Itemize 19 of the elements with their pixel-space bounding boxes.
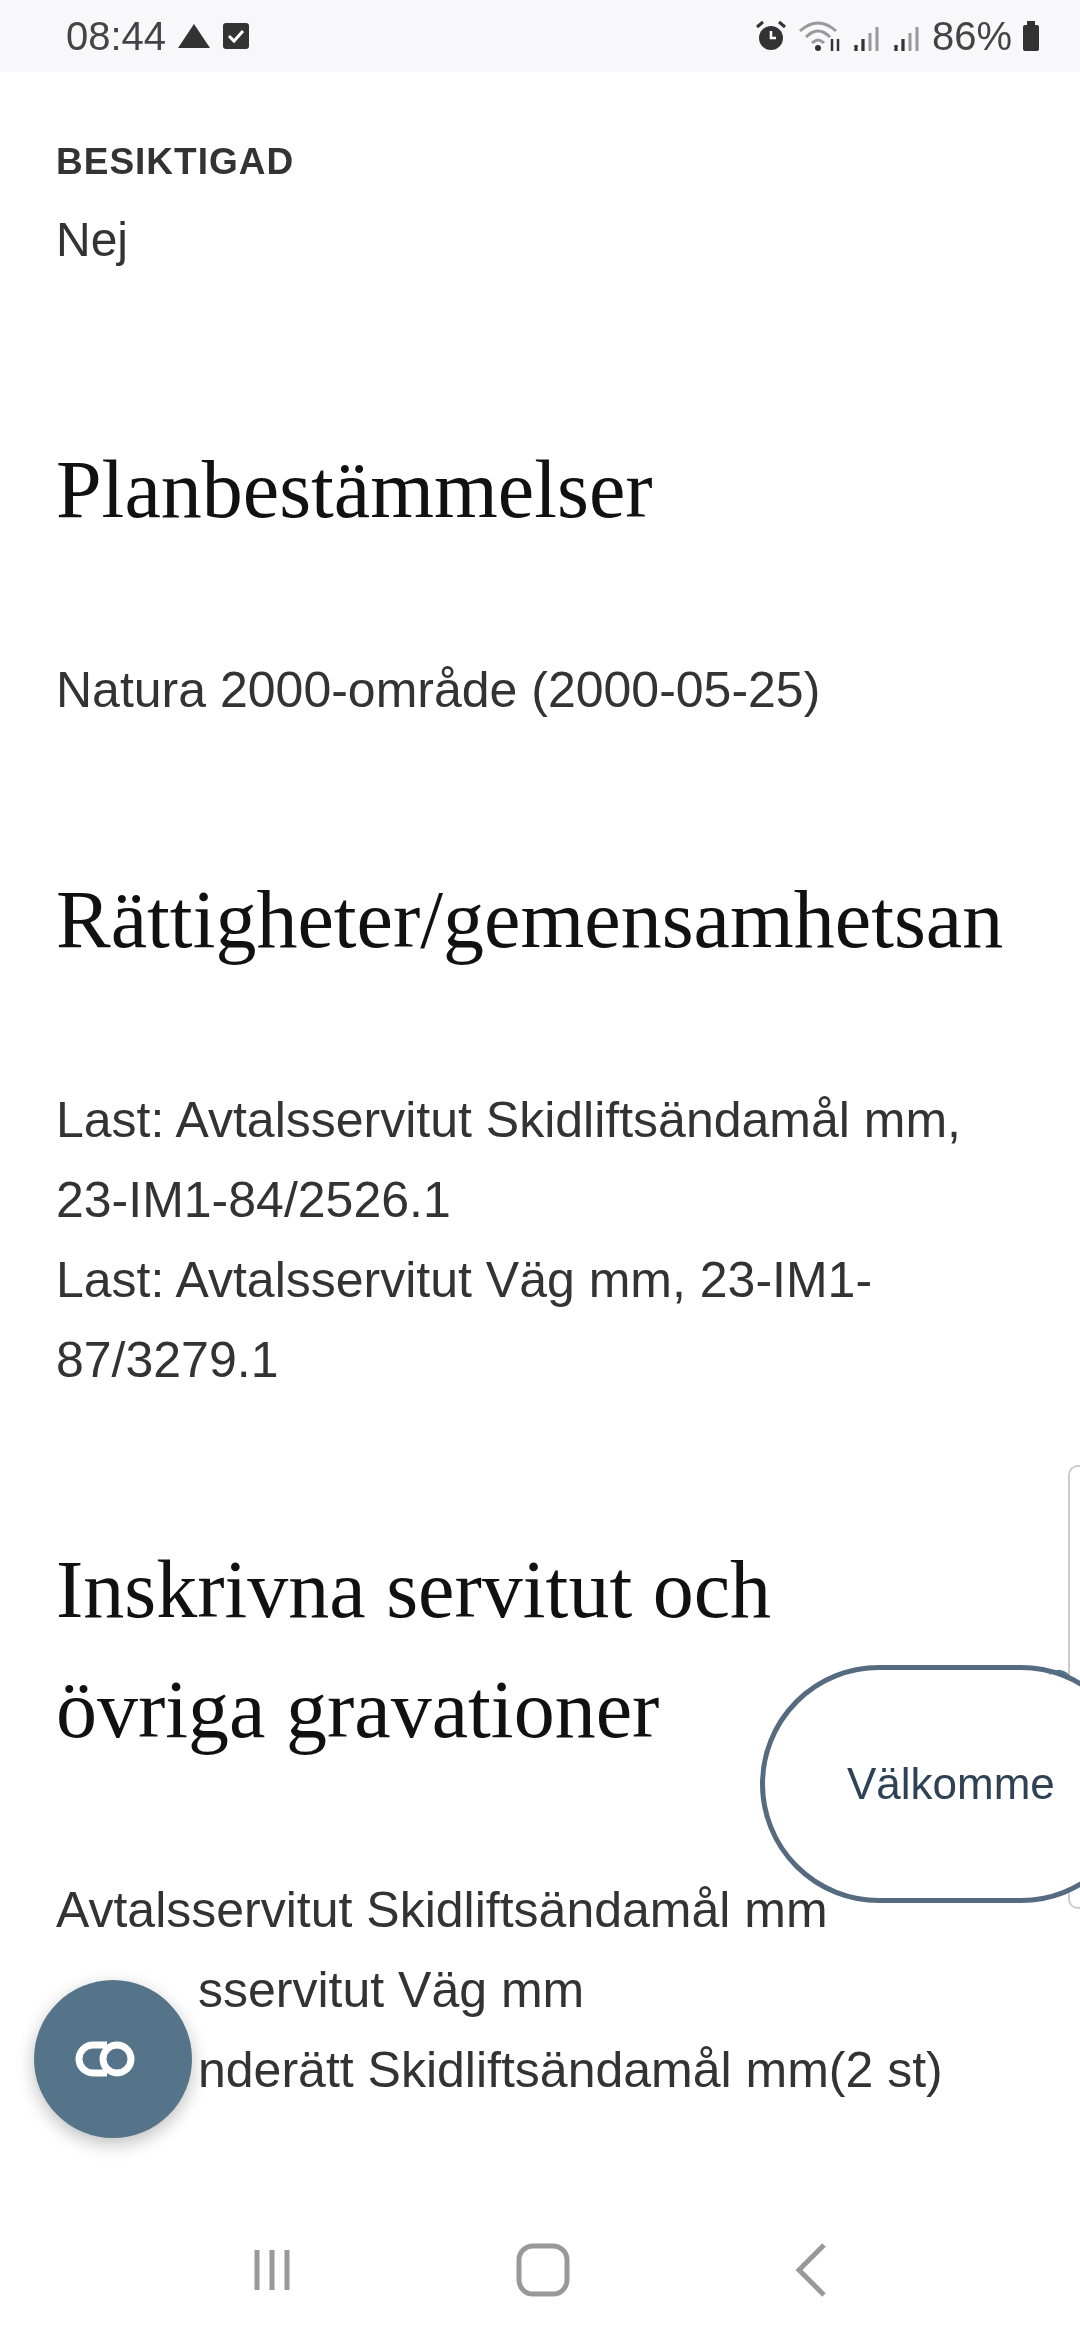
chat-button[interactable]: [34, 1980, 192, 2138]
home-icon[interactable]: [516, 2243, 570, 2297]
text-line: Last: Avtalsservitut Skidliftsändamål mm, 23-IM1-84/2526.1: [56, 1091, 962, 1230]
section-heading: Planbestämmelser: [56, 443, 654, 537]
text-line: sservitut Väg mm: [198, 1961, 585, 2020]
wifi-icon: [797, 19, 842, 53]
recent-apps-icon[interactable]: [252, 2248, 292, 2292]
battery-icon: [1022, 21, 1040, 51]
back-icon[interactable]: [794, 2242, 828, 2298]
clock: 08:44: [66, 13, 167, 59]
text-line: nderätt Skidliftsändamål mm(2 st): [198, 2041, 943, 2100]
section-heading: Rättigheter/gemensamhetsan: [56, 873, 1005, 967]
battery-level: 86%: [931, 13, 1012, 59]
alarm-icon: [753, 19, 788, 53]
field-label: BESIKTIGAD: [56, 140, 296, 184]
text-line: Natura 2000-område (2000-05-25): [56, 661, 821, 720]
text-line: Last: Avtalsservitut Väg mm, 23-IM1-87/3279.1: [56, 1251, 874, 1390]
checkbox-icon: [222, 22, 251, 50]
field-value: Nej: [56, 212, 130, 268]
